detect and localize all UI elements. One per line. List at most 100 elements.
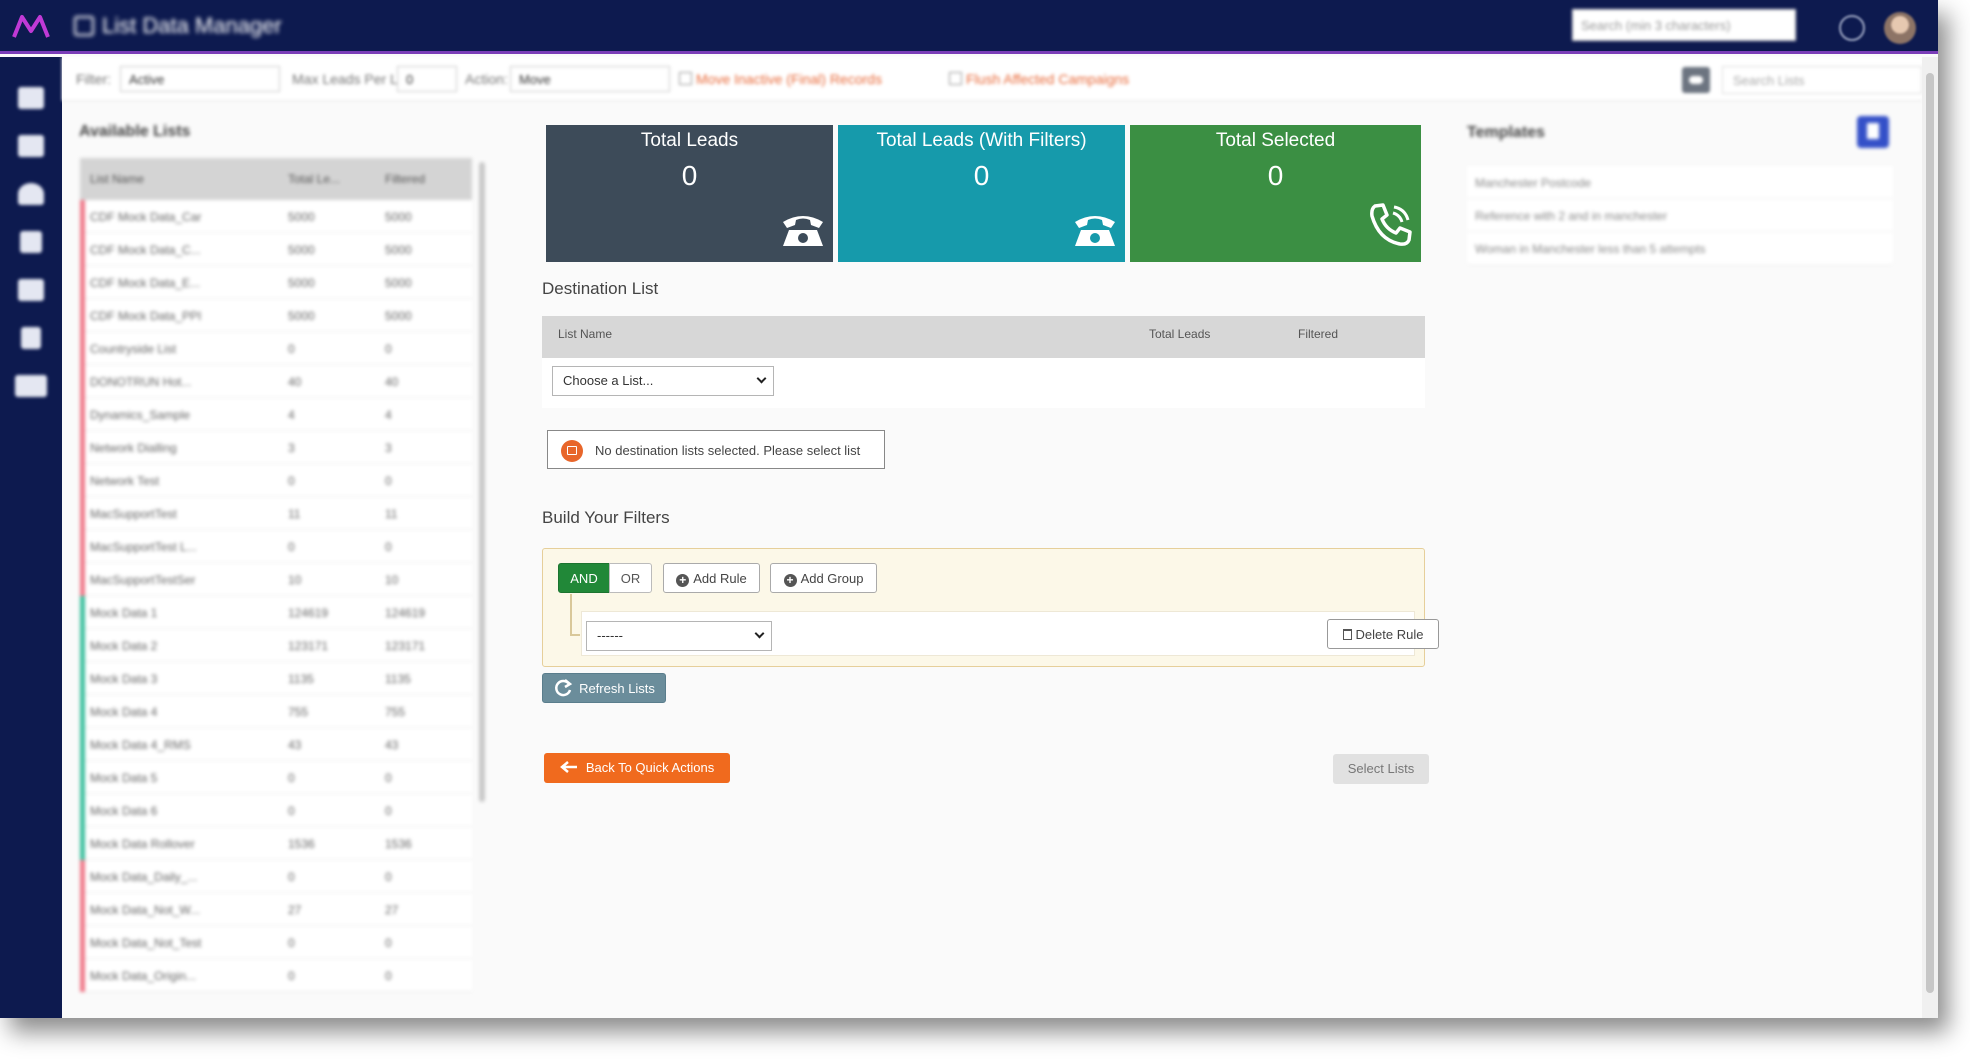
list-item[interactable]: Mock Data_Not_Test 0 0 — [80, 926, 472, 959]
or-button[interactable]: OR — [609, 563, 652, 593]
list-item[interactable]: CDF Mock Data_PPI 5000 5000 — [80, 299, 472, 332]
list-status-indicator — [80, 728, 85, 761]
sidebar-export-icon[interactable] — [18, 279, 44, 301]
list-item[interactable]: Mock Data 2 123171 123171 — [80, 629, 472, 662]
list-item-name: DONOTRUN Hot... — [90, 375, 192, 389]
sidebar-dashboard-icon[interactable] — [18, 183, 44, 205]
add-rule-button[interactable]: + Add Rule — [663, 563, 760, 593]
list-item-filtered: 0 — [385, 540, 392, 554]
list-item-name: Mock Data 1 — [90, 606, 158, 620]
list-status-indicator — [80, 266, 85, 299]
list-item[interactable]: Network Dialling 3 3 — [80, 431, 472, 464]
list-status-indicator — [80, 398, 85, 431]
app-window: List Data Manager Search (min 3 characte… — [0, 0, 1938, 1018]
add-rule-label: Add Rule — [693, 571, 747, 586]
available-lists-panel: Available Lists List Name Total Le... Fi… — [62, 102, 494, 1018]
list-item[interactable]: Mock Data 4 755 755 — [80, 695, 472, 728]
move-inactive-checkbox[interactable] — [679, 72, 692, 85]
list-status-indicator — [80, 332, 85, 365]
search-lists-input[interactable]: Search Lists — [1722, 66, 1922, 94]
trash-icon — [1342, 629, 1352, 640]
template-item[interactable]: Reference with 2 and in manchester — [1467, 199, 1893, 232]
rule-field-value: ------ — [597, 628, 623, 643]
list-item-name: MacSupportTestSer — [90, 573, 196, 587]
list-item-total: 27 — [288, 903, 302, 917]
brand-logo[interactable] — [12, 13, 50, 41]
filter-select[interactable]: Active — [120, 66, 280, 92]
refresh-lists-label: Refresh Lists — [579, 681, 655, 696]
available-lists-scrollbar[interactable] — [479, 162, 485, 802]
user-avatar[interactable] — [1884, 12, 1916, 44]
col-list-name[interactable]: List Name — [90, 172, 144, 186]
list-item-total: 0 — [288, 342, 295, 356]
col-total-leads[interactable]: Total Le... — [288, 172, 340, 186]
destination-list-select[interactable]: Choose a List... — [552, 366, 774, 396]
flush-campaigns-checkbox[interactable] — [949, 72, 962, 85]
list-status-indicator — [80, 827, 85, 860]
list-item[interactable]: Mock Data 3 1135 1135 — [80, 662, 472, 695]
list-item-total: 0 — [288, 870, 295, 884]
list-status-indicator — [80, 926, 85, 959]
refresh-icon — [555, 679, 573, 697]
add-group-button[interactable]: + Add Group — [770, 563, 877, 593]
list-item[interactable]: Countryside List 0 0 — [80, 332, 472, 365]
list-item-total: 1135 — [288, 672, 314, 686]
list-item[interactable]: MacSupportTest L... 0 0 — [80, 530, 472, 563]
page-scrollbar[interactable] — [1922, 57, 1938, 1018]
list-status-indicator — [80, 530, 85, 563]
list-item-filtered: 0 — [385, 969, 392, 983]
list-item[interactable]: Mock Data_Not_W... 27 27 — [80, 893, 472, 926]
max-leads-input[interactable]: 0 — [397, 66, 457, 92]
delete-rule-button[interactable]: Delete Rule — [1327, 619, 1439, 649]
list-item[interactable]: Network Test 0 0 — [80, 464, 472, 497]
list-item-filtered: 43 — [385, 738, 399, 752]
filtered-leads-card: Total Leads (With Filters) 0 — [838, 125, 1125, 262]
list-item-filtered: 4 — [385, 408, 392, 422]
action-label: Action: — [465, 71, 508, 87]
list-item[interactable]: Mock Data 5 0 0 — [80, 761, 472, 794]
list-item[interactable]: Mock Data_Origin... 0 0 — [80, 959, 472, 992]
list-item[interactable]: MacSupportTestSer 10 10 — [80, 563, 472, 596]
list-item[interactable]: DONOTRUN Hot... 40 40 — [80, 365, 472, 398]
col-filtered[interactable]: Filtered — [385, 172, 425, 186]
list-item-name: Mock Data_Not_Test — [90, 936, 202, 950]
delete-rule-label: Delete Rule — [1355, 627, 1424, 642]
template-item[interactable]: Manchester Postcode — [1467, 166, 1893, 199]
list-item-total: 0 — [288, 804, 295, 818]
action-select[interactable]: Move — [510, 66, 670, 92]
select-lists-button[interactable]: Select Lists — [1333, 754, 1429, 784]
rule-field-select[interactable]: ------ — [586, 621, 772, 651]
list-item[interactable]: Dynamics_Sample 4 4 — [80, 398, 472, 431]
list-item[interactable]: MacSupportTest 11 11 — [80, 497, 472, 530]
list-item[interactable]: Mock Data 6 0 0 — [80, 794, 472, 827]
plus-circle-icon: + — [676, 574, 690, 587]
sidebar-home-icon[interactable] — [18, 87, 44, 109]
flush-campaigns-label: Flush Affected Campaigns — [966, 71, 1130, 87]
sidebar-grid-icon[interactable] — [18, 135, 44, 157]
list-item[interactable]: Mock Data 4_RMS 43 43 — [80, 728, 472, 761]
destination-select-value: Choose a List... — [563, 373, 654, 388]
add-group-label: Add Group — [800, 571, 864, 586]
global-search-input[interactable]: Search (min 3 characters) — [1572, 9, 1796, 41]
list-item[interactable]: Mock Data Rollover 1536 1536 — [80, 827, 472, 860]
sidebar-database-icon[interactable] — [20, 231, 42, 253]
list-item-total: 0 — [288, 540, 295, 554]
list-item[interactable]: Mock Data_Daily_... 0 0 — [80, 860, 472, 893]
dest-col-list-name: List Name — [558, 327, 613, 341]
sidebar-document-icon[interactable] — [21, 327, 41, 349]
back-to-quick-actions-button[interactable]: Back To Quick Actions — [544, 753, 730, 783]
add-template-icon[interactable] — [1857, 116, 1889, 148]
and-button[interactable]: AND — [558, 563, 610, 593]
list-item-name: Countryside List — [90, 342, 177, 356]
list-item[interactable]: CDF Mock Data_C... 5000 5000 — [80, 233, 472, 266]
list-item[interactable]: CDF Mock Data_E... 5000 5000 — [80, 266, 472, 299]
available-lists-header: List Name Total Le... Filtered — [80, 158, 472, 200]
refresh-lists-button[interactable]: Refresh Lists — [542, 673, 666, 703]
toggle-view-button[interactable] — [1682, 67, 1710, 93]
phone-ringing-icon — [1370, 203, 1412, 246]
help-icon[interactable] — [1839, 15, 1865, 41]
template-item[interactable]: Woman in Manchester less than 5 attempts — [1467, 232, 1893, 265]
sidebar-settings-icon[interactable] — [15, 375, 47, 397]
list-item[interactable]: Mock Data 1 124619 124619 — [80, 596, 472, 629]
list-item[interactable]: CDF Mock Data_Car 5000 5000 — [80, 200, 472, 233]
